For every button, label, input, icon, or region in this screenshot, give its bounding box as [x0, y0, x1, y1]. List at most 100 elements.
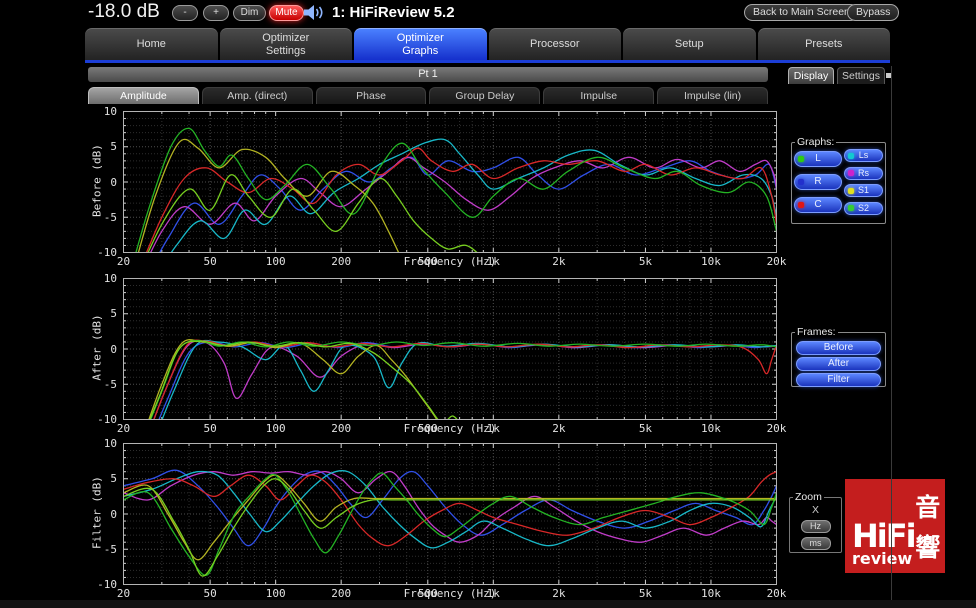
zoom-axis-label: X	[792, 504, 839, 516]
x-axis-title: Frequency (Hz)	[380, 422, 520, 435]
hifi-review-logo: HiFi review 音 響	[845, 479, 945, 573]
tab-display[interactable]: Display	[788, 67, 834, 84]
tab-phase[interactable]: Phase	[316, 87, 427, 104]
volume-up-button[interactable]: +	[203, 5, 229, 21]
channel-button-R[interactable]: R	[794, 174, 842, 190]
optimizer-app: -18.0 dB - + Dim Mute 1: HiFiReview 5.2 …	[0, 0, 976, 608]
logo-cjk-top: 音	[915, 494, 941, 521]
tab-home[interactable]: Home	[85, 28, 218, 60]
x-tick-label: 5k	[625, 422, 665, 435]
frame-button-before[interactable]: Before	[796, 341, 881, 355]
back-to-main-screen-button[interactable]: Back to Main Screen	[744, 4, 859, 21]
graph-tab-bar: Amplitude Amp. (direct) Phase Group Dela…	[88, 87, 768, 104]
app-title: 1: HiFiReview 5.2	[332, 4, 455, 21]
x-tick-label: 20	[104, 422, 144, 435]
channel-label: R	[814, 176, 821, 187]
y-axis-title: Before (dB)	[91, 110, 104, 252]
channel-label: C	[814, 199, 821, 210]
x-tick-label: 100	[256, 587, 296, 600]
zoom-panel-label: Zoom	[793, 491, 824, 503]
filter-plot	[123, 443, 777, 585]
tab-amp-direct[interactable]: Amp. (direct)	[202, 87, 313, 104]
dim-button[interactable]: Dim	[233, 5, 266, 21]
tab-setup[interactable]: Setup	[623, 28, 756, 60]
tab-optimizer-graphs[interactable]: OptimizerGraphs	[354, 28, 487, 60]
zoom-panel: Zoom X Hz ms	[789, 491, 842, 553]
bypass-button[interactable]: Bypass	[847, 4, 899, 21]
x-tick-label: 2k	[539, 255, 579, 268]
x-tick-label: 50	[190, 422, 230, 435]
x-tick-label: 5k	[625, 255, 665, 268]
tab-label: Setup	[675, 38, 704, 51]
frame-button-after[interactable]: After	[796, 357, 881, 371]
x-tick-label: 200	[321, 255, 361, 268]
frame-button-filter[interactable]: Filter	[796, 373, 881, 387]
tab-group-delay[interactable]: Group Delay	[429, 87, 540, 104]
channel-label: S1	[858, 185, 869, 195]
logo-subtitle: review	[852, 551, 915, 567]
y-axis-title: Filter (dB)	[91, 442, 104, 584]
channel-color-dot	[848, 205, 854, 211]
active-tab-underline	[85, 60, 890, 63]
channel-color-dot	[798, 202, 804, 208]
tab-settings[interactable]: Settings	[837, 67, 885, 84]
main-tab-bar: Home OptimizerSettings OptimizerGraphs P…	[85, 28, 890, 60]
x-tick-label: 20	[104, 255, 144, 268]
tab-optimizer-settings[interactable]: OptimizerSettings	[220, 28, 353, 60]
x-tick-label: 100	[256, 422, 296, 435]
preset-point-bar[interactable]: Pt 1	[88, 67, 768, 82]
tab-label: Home	[137, 38, 166, 51]
channel-button-Rs[interactable]: Rs	[844, 167, 883, 180]
logo-cjk-text: 音 響	[915, 487, 941, 567]
tab-label: Settings	[266, 45, 306, 58]
x-tick-label: 10k	[691, 587, 731, 600]
tab-label: Graphs	[402, 45, 438, 58]
tab-impulse[interactable]: Impulse	[543, 87, 654, 104]
zoom-hz-button[interactable]: Hz	[801, 520, 831, 533]
after-plot	[123, 278, 777, 420]
tab-label: Optimizer	[262, 32, 309, 45]
channel-button-S2[interactable]: S2	[844, 202, 883, 215]
y-axis-title: After (dB)	[91, 277, 104, 419]
x-tick-label: 200	[321, 587, 361, 600]
x-tick-label: 2k	[539, 587, 579, 600]
x-tick-label: 2k	[539, 422, 579, 435]
logo-cjk-bottom: 響	[915, 534, 941, 561]
channel-button-C[interactable]: C	[794, 197, 842, 213]
x-tick-label: 50	[190, 255, 230, 268]
tab-label: Presets	[805, 38, 842, 51]
speaker-icon	[303, 4, 325, 26]
mute-button[interactable]: Mute	[269, 5, 304, 21]
logo-title: HiFi	[852, 522, 915, 551]
tab-presets[interactable]: Presets	[758, 28, 891, 60]
channel-button-Ls[interactable]: Ls	[844, 149, 883, 162]
channel-label: S2	[858, 203, 869, 213]
x-tick-label: 20k	[757, 422, 797, 435]
x-tick-label: 100	[256, 255, 296, 268]
channel-button-L[interactable]: L	[794, 151, 842, 167]
bottom-edge-strip	[0, 600, 976, 608]
tab-processor[interactable]: Processor	[489, 28, 622, 60]
tab-label: Processor	[530, 38, 580, 51]
frames-panel-label: Frames:	[795, 326, 838, 338]
x-tick-label: 10k	[691, 255, 731, 268]
x-tick-label: 20k	[757, 255, 797, 268]
channel-label: Rs	[858, 168, 869, 178]
before-plot	[123, 111, 777, 253]
channel-button-S1[interactable]: S1	[844, 184, 883, 197]
tab-impulse-lin[interactable]: Impulse (lin)	[657, 87, 768, 104]
channel-color-dot	[798, 156, 804, 162]
channel-color-dot	[848, 153, 854, 159]
x-axis-title: Frequency (Hz)	[380, 255, 520, 268]
graphs-panel-label: Graphs:	[795, 136, 836, 148]
channel-color-dot	[848, 170, 854, 176]
x-tick-label: 200	[321, 422, 361, 435]
volume-display: -18.0 dB	[88, 1, 160, 23]
volume-down-button[interactable]: -	[172, 5, 198, 21]
channel-color-dot	[798, 179, 804, 185]
tab-amplitude[interactable]: Amplitude	[88, 87, 199, 104]
frames-panel: Frames: Before After Filter	[791, 326, 886, 387]
channel-label: L	[815, 153, 821, 164]
x-tick-label: 10k	[691, 422, 731, 435]
zoom-ms-button[interactable]: ms	[801, 537, 831, 550]
